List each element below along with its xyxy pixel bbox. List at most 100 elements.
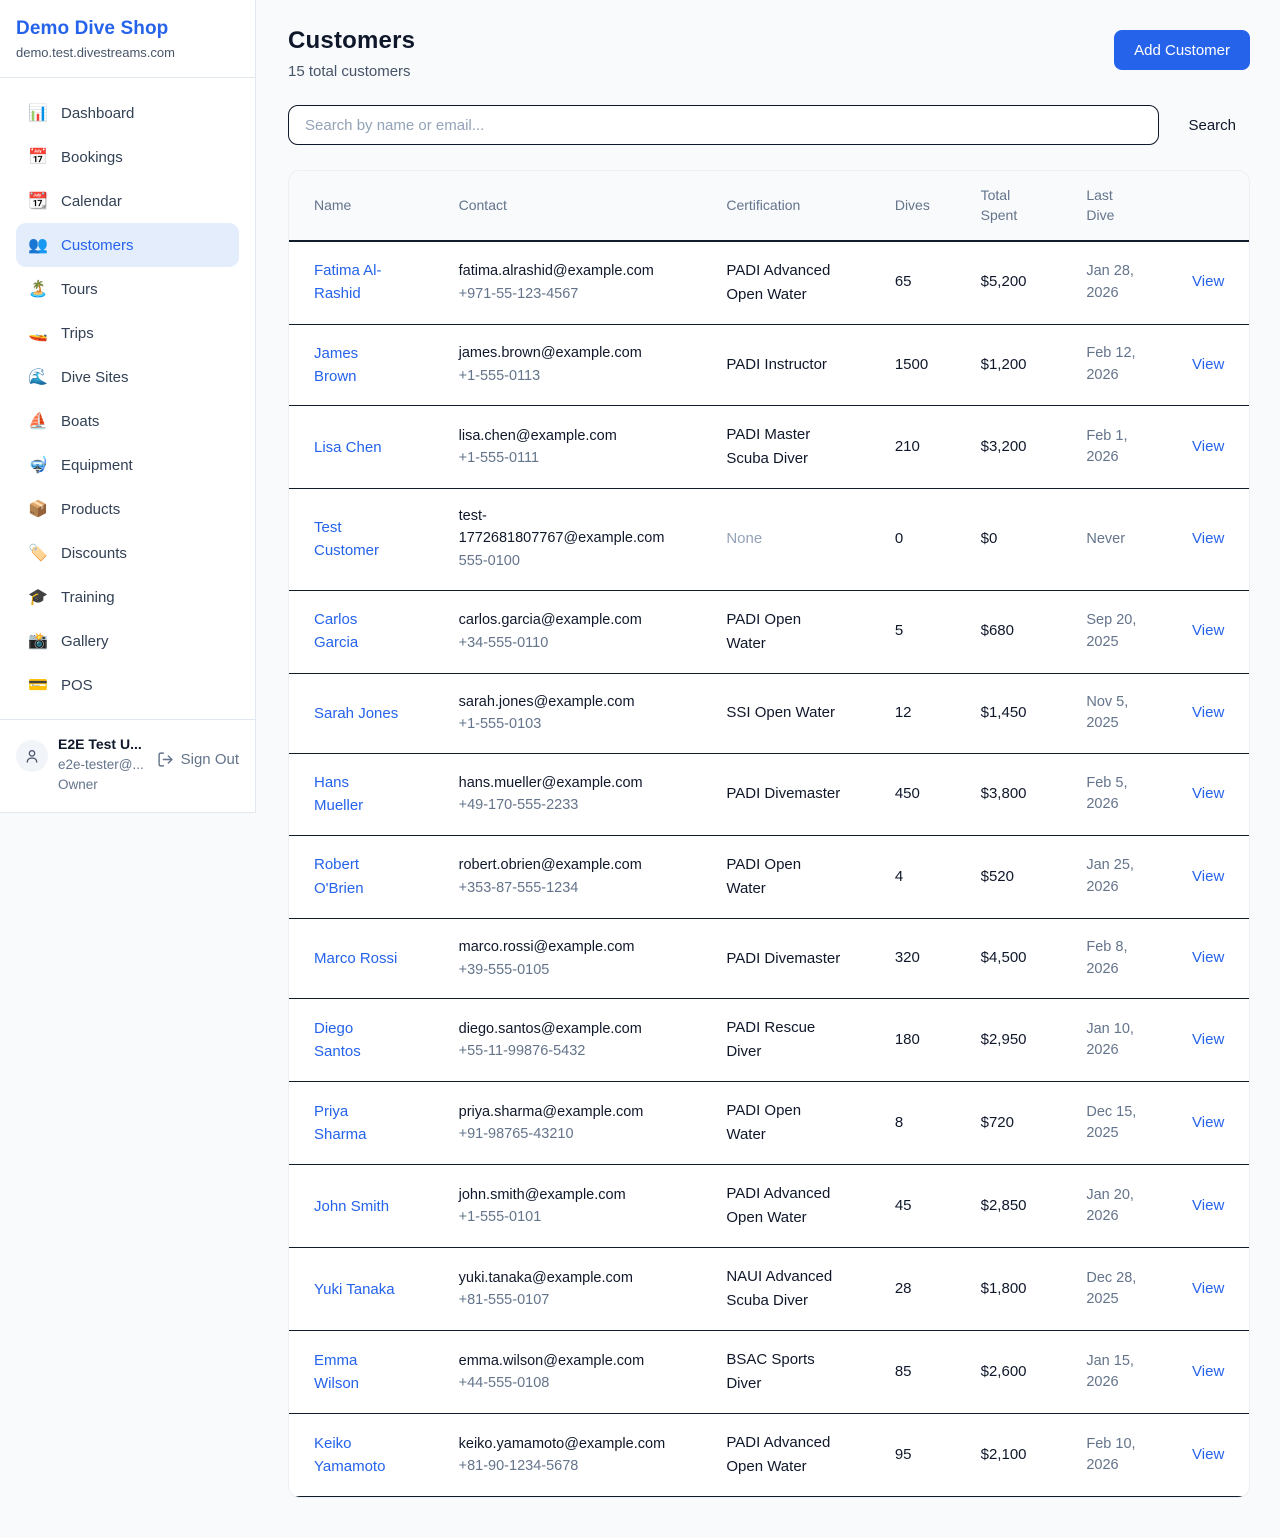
- customer-name-link[interactable]: Sarah Jones: [314, 702, 398, 725]
- contact-cell: sarah.jones@example.com +1-555-0103: [447, 673, 715, 754]
- action-cell: View: [1180, 590, 1249, 673]
- customer-name-link[interactable]: Lisa Chen: [314, 436, 382, 459]
- last-dive-cell: Sep 20, 2025: [1074, 590, 1180, 673]
- total-spent-cell: $720: [969, 1082, 1075, 1165]
- customer-email: james.brown@example.com: [459, 343, 642, 365]
- customer-email: emma.wilson@example.com: [459, 1351, 645, 1373]
- view-customer-link[interactable]: View: [1192, 1280, 1224, 1297]
- nav-item-icon: 🏷️: [28, 543, 48, 563]
- nav-item-icon: ⛵: [28, 411, 48, 431]
- customer-phone: +91-98765-43210: [459, 1124, 703, 1146]
- sidebar-item-equipment[interactable]: 🤿 Equipment: [16, 443, 239, 487]
- customer-name-link[interactable]: Marco Rossi: [314, 947, 397, 970]
- view-customer-link[interactable]: View: [1192, 785, 1224, 802]
- customer-name-link[interactable]: Robert O'Brien: [314, 853, 402, 900]
- certification-cell: PADI Open Water: [714, 590, 882, 673]
- sidebar-item-customers[interactable]: 👥 Customers: [16, 223, 239, 267]
- sidebar-item-gallery[interactable]: 📸 Gallery: [16, 619, 239, 663]
- customer-name-link[interactable]: Diego Santos: [314, 1017, 402, 1064]
- sidebar-item-boats[interactable]: ⛵ Boats: [16, 399, 239, 443]
- table-row: Emma Wilson emma.wilson@example.com +44-…: [289, 1331, 1249, 1414]
- sidebar-item-tours[interactable]: 🏝️ Tours: [16, 267, 239, 311]
- user-panel: E2E Test U... e2e-tester@... Owner Sign …: [0, 719, 255, 812]
- add-customer-button[interactable]: Add Customer: [1114, 30, 1250, 70]
- customer-name-link[interactable]: Keiko Yamamoto: [314, 1432, 402, 1479]
- customer-phone: +44-555-0108: [459, 1373, 703, 1395]
- sidebar-item-dive-sites[interactable]: 🌊 Dive Sites: [16, 355, 239, 399]
- name-cell: Test Customer: [289, 489, 447, 590]
- contact-cell: lisa.chen@example.com +1-555-0111: [447, 406, 715, 489]
- last-dive-cell: Dec 15, 2025: [1074, 1082, 1180, 1165]
- name-cell: James Brown: [289, 324, 447, 406]
- dives-cell: 28: [883, 1248, 969, 1331]
- view-customer-link[interactable]: View: [1192, 868, 1224, 885]
- view-customer-link[interactable]: View: [1192, 356, 1224, 373]
- sidebar-item-discounts[interactable]: 🏷️ Discounts: [16, 531, 239, 575]
- dives-cell: 450: [883, 754, 969, 836]
- customer-name-link[interactable]: Test Customer: [314, 516, 402, 563]
- total-spent-cell: $2,100: [969, 1414, 1075, 1497]
- main-content: Customers 15 total customers Add Custome…: [256, 0, 1280, 1538]
- total-spent-cell: $3,800: [969, 754, 1075, 836]
- action-cell: View: [1180, 324, 1249, 406]
- view-customer-link[interactable]: View: [1192, 1446, 1224, 1463]
- view-customer-link[interactable]: View: [1192, 530, 1224, 547]
- sidebar-item-trips[interactable]: 🚤 Trips: [16, 311, 239, 355]
- certification-cell: PADI Divemaster: [714, 918, 882, 999]
- customer-name-link[interactable]: John Smith: [314, 1195, 389, 1218]
- view-customer-link[interactable]: View: [1192, 949, 1224, 966]
- total-spent-cell: $2,600: [969, 1331, 1075, 1414]
- certification-cell: PADI Master Scuba Diver: [714, 406, 882, 489]
- customer-name-link[interactable]: Carlos Garcia: [314, 608, 402, 655]
- customer-name-link[interactable]: Emma Wilson: [314, 1349, 402, 1396]
- action-cell: View: [1180, 754, 1249, 836]
- customer-name-link[interactable]: Yuki Tanaka: [314, 1278, 395, 1301]
- sign-out-button[interactable]: Sign Out: [157, 751, 239, 768]
- last-dive-cell: Jan 15, 2026: [1074, 1331, 1180, 1414]
- view-customer-link[interactable]: View: [1192, 622, 1224, 639]
- view-customer-link[interactable]: View: [1192, 1197, 1224, 1214]
- customers-table-card: Name Contact Certification Dives Total S…: [288, 170, 1250, 1498]
- customer-name-link[interactable]: Priya Sharma: [314, 1100, 402, 1147]
- table-row: James Brown james.brown@example.com +1-5…: [289, 324, 1249, 406]
- view-customer-link[interactable]: View: [1192, 273, 1224, 290]
- sidebar-item-pos[interactable]: 💳 POS: [16, 663, 239, 707]
- certification-cell: PADI Advanced Open Water: [714, 1165, 882, 1248]
- view-customer-link[interactable]: View: [1192, 438, 1224, 455]
- customer-phone: +34-555-0110: [459, 633, 703, 655]
- action-cell: View: [1180, 1165, 1249, 1248]
- contact-cell: james.brown@example.com +1-555-0113: [447, 324, 715, 406]
- view-customer-link[interactable]: View: [1192, 1031, 1224, 1048]
- sidebar-item-training[interactable]: 🎓 Training: [16, 575, 239, 619]
- view-customer-link[interactable]: View: [1192, 704, 1224, 721]
- customer-email: lisa.chen@example.com: [459, 426, 617, 448]
- sidebar-item-products[interactable]: 📦 Products: [16, 487, 239, 531]
- customer-name-link[interactable]: Hans Mueller: [314, 771, 402, 818]
- name-cell: Priya Sharma: [289, 1082, 447, 1165]
- customer-name-link[interactable]: Fatima Al-Rashid: [314, 259, 402, 306]
- customer-phone: +81-90-1234-5678: [459, 1456, 703, 1478]
- table-row: John Smith john.smith@example.com +1-555…: [289, 1165, 1249, 1248]
- nav-item-icon: 🏝️: [28, 279, 48, 299]
- view-customer-link[interactable]: View: [1192, 1363, 1224, 1380]
- column-header: Total Spent: [969, 171, 1075, 241]
- view-customer-link[interactable]: View: [1192, 1114, 1224, 1131]
- total-spent-cell: $1,200: [969, 324, 1075, 406]
- dives-cell: 1500: [883, 324, 969, 406]
- name-cell: Marco Rossi: [289, 918, 447, 999]
- search-button[interactable]: Search: [1188, 117, 1236, 134]
- dives-cell: 12: [883, 673, 969, 754]
- dives-cell: 210: [883, 406, 969, 489]
- table-row: Test Customer test-1772681807767@example…: [289, 489, 1249, 590]
- dives-cell: 65: [883, 241, 969, 325]
- last-dive-cell: Feb 10, 2026: [1074, 1414, 1180, 1497]
- nav-item-label: Bookings: [61, 149, 123, 166]
- sidebar-item-dashboard[interactable]: 📊 Dashboard: [16, 91, 239, 135]
- search-input[interactable]: [288, 105, 1159, 145]
- nav-item-icon: 👥: [28, 235, 48, 255]
- sidebar-item-calendar[interactable]: 📆 Calendar: [16, 179, 239, 223]
- shop-domain: demo.test.divestreams.com: [16, 45, 239, 60]
- customer-name-link[interactable]: James Brown: [314, 342, 402, 389]
- customer-email: keiko.yamamoto@example.com: [459, 1434, 666, 1456]
- sidebar-item-bookings[interactable]: 📅 Bookings: [16, 135, 239, 179]
